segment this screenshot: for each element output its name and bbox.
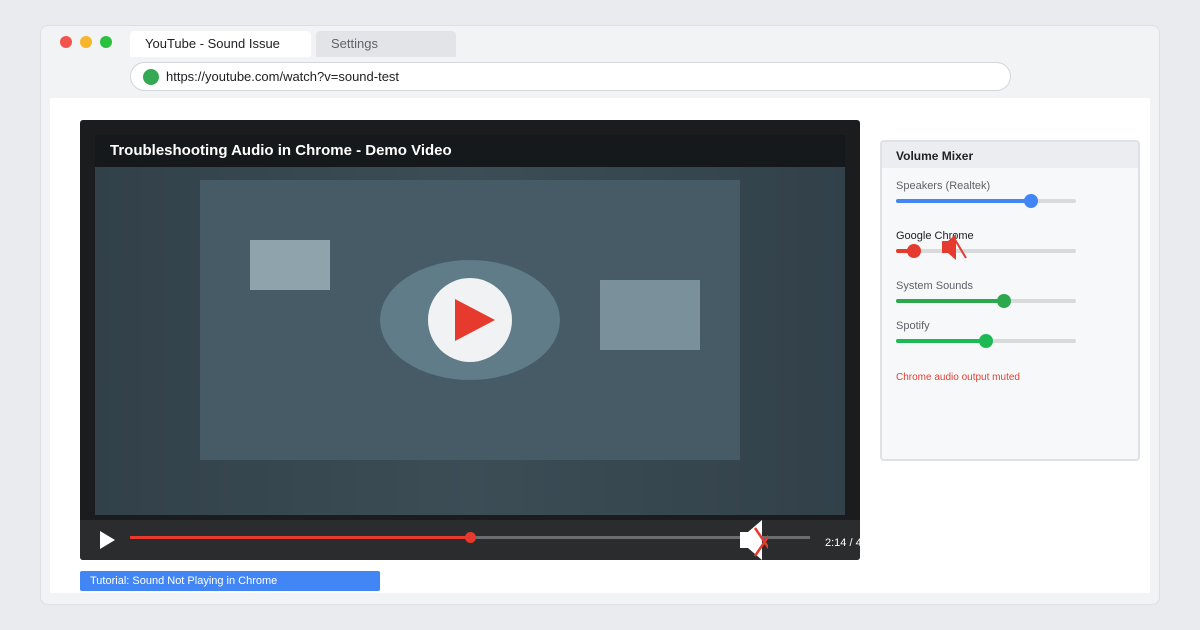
scene-shape: [600, 280, 700, 350]
mixer-channel-spotify: Spotify: [896, 320, 1076, 350]
volume-slider-fill: [896, 299, 1004, 303]
speaker-muted-icon[interactable]: [940, 234, 970, 260]
volume-slider-handle[interactable]: [1024, 194, 1038, 208]
volume-mixer-title: Volume Mixer: [896, 149, 974, 163]
volume-slider-fill: [896, 199, 1031, 203]
big-play-button[interactable]: [428, 278, 512, 362]
volume-slider-handle[interactable]: [907, 244, 921, 258]
time-readout: 2:14 / 4: [825, 537, 860, 549]
mixer-channel-label: Speakers (Realtek): [896, 180, 991, 192]
mixer-status-text: Chrome audio output muted: [896, 372, 1020, 383]
tutorial-link[interactable]: Tutorial: Sound Not Playing in Chrome: [80, 571, 380, 591]
url-text[interactable]: https://youtube.com/watch?v=sound-test: [166, 63, 399, 90]
volume-slider[interactable]: [896, 194, 1076, 208]
video-player: Troubleshooting Audio in Chrome - Demo V…: [80, 120, 860, 560]
volume-slider[interactable]: [896, 334, 1076, 348]
volume-slider-fill: [896, 339, 986, 343]
secure-connection-icon: [143, 69, 159, 85]
volume-slider-handle[interactable]: [979, 334, 993, 348]
volume-slider[interactable]: [896, 244, 1076, 258]
scene-shape: [250, 240, 330, 290]
tab-settings[interactable]: Settings: [316, 31, 456, 57]
progress-bar[interactable]: [130, 532, 810, 543]
video-thumbnail-scene: [200, 180, 740, 460]
player-controls: 2:14 / 4: [80, 520, 860, 560]
play-icon[interactable]: [100, 531, 115, 549]
browser-window: YouTube - Sound Issue Settings https://y…: [40, 25, 1160, 605]
speaker-muted-icon[interactable]: [738, 520, 768, 560]
volume-slider-handle[interactable]: [997, 294, 1011, 308]
mixer-channel-chrome: Google Chrome: [896, 230, 1076, 260]
volume-mixer-panel: Volume Mixer Speakers (Realtek) Google C…: [880, 140, 1140, 461]
mixer-channel-speakers: Speakers (Realtek): [896, 180, 1076, 210]
play-icon: [455, 299, 495, 341]
mixer-channel-label: System Sounds: [896, 280, 974, 292]
page-content: Troubleshooting Audio in Chrome - Demo V…: [50, 98, 1150, 593]
tab-youtube[interactable]: YouTube - Sound Issue: [130, 31, 311, 57]
maximize-window-button[interactable]: [100, 36, 112, 48]
close-window-button[interactable]: [60, 36, 72, 48]
mixer-channel-label: Spotify: [896, 320, 930, 332]
video-title-bar: Troubleshooting Audio in Chrome - Demo V…: [95, 135, 845, 167]
volume-mixer-header: Volume Mixer: [882, 142, 1138, 168]
address-bar[interactable]: https://youtube.com/watch?v=sound-test: [130, 62, 1011, 91]
volume-slider[interactable]: [896, 294, 1076, 308]
minimize-window-button[interactable]: [80, 36, 92, 48]
progress-handle[interactable]: [464, 532, 476, 543]
video-title: Troubleshooting Audio in Chrome - Demo V…: [110, 142, 452, 159]
mixer-channel-system-sounds: System Sounds: [896, 280, 1076, 310]
progress-fill: [130, 536, 470, 539]
video-frame[interactable]: [95, 167, 845, 515]
